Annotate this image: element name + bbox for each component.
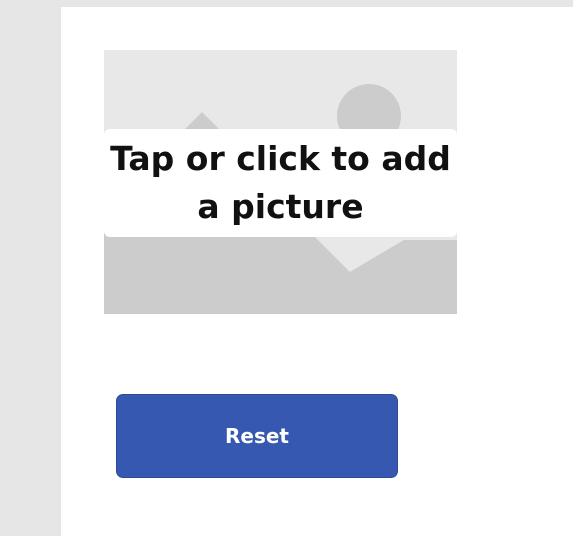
add-picture-control[interactable]: Tap or click to add a picture — [104, 50, 457, 314]
app-canvas: Tap or click to add a picture Reset — [61, 7, 573, 536]
add-picture-overlay: Tap or click to add a picture — [104, 129, 457, 237]
add-picture-label: Tap or click to add a picture — [110, 139, 451, 226]
reset-button[interactable]: Reset — [116, 394, 398, 478]
